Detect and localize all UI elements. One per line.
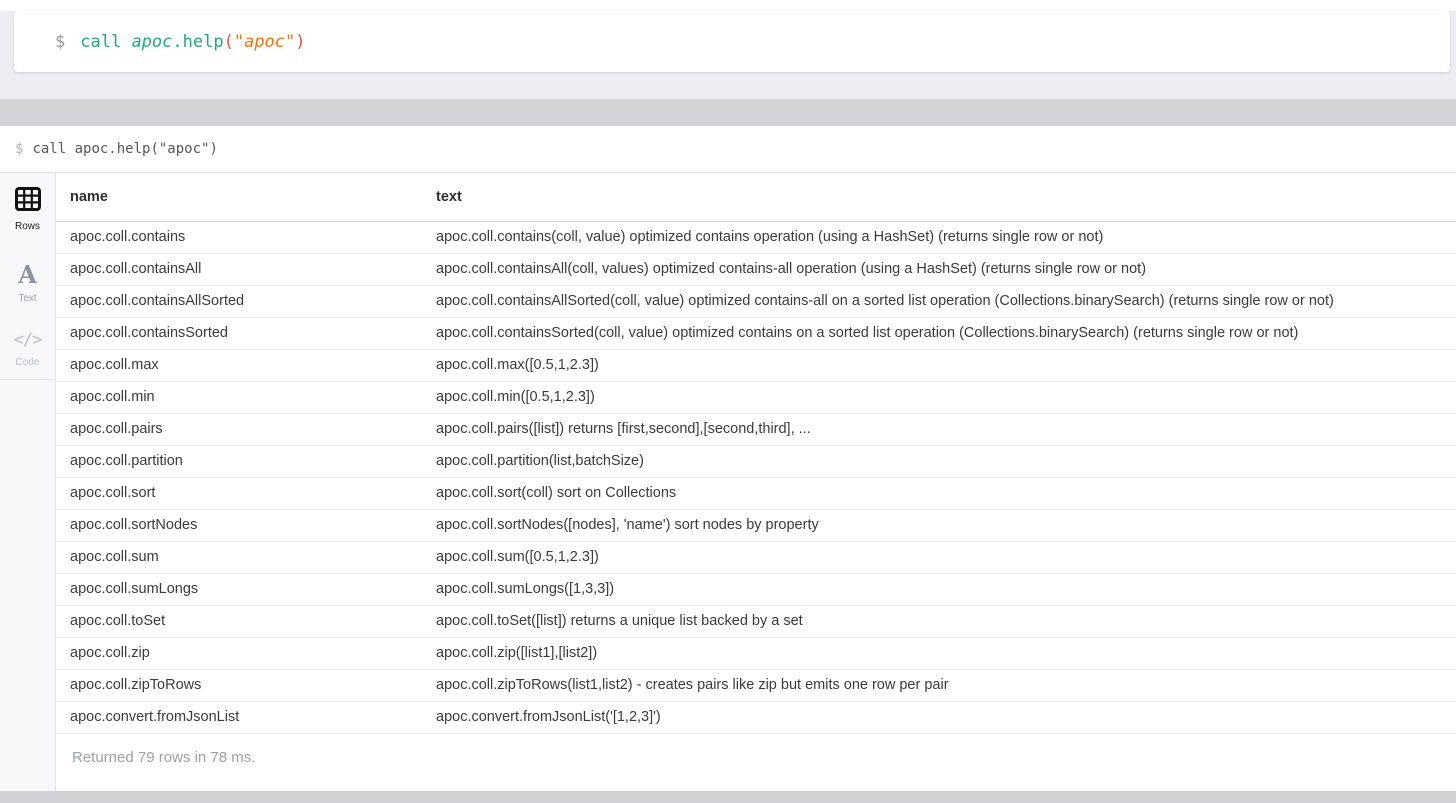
text-cell: apoc.coll.contains(coll, value) optimize… — [422, 221, 1456, 254]
token-paren: ) — [295, 31, 306, 52]
frame-prompt: $ — [15, 141, 24, 157]
table-row: apoc.coll.sortNodes apoc.coll.sortNodes([… — [56, 509, 1456, 542]
table-header-row: name text — [56, 173, 1456, 222]
view-toggle-rows-label: Rows — [14, 221, 40, 232]
table-row: apoc.coll.containsAllSorted apoc.coll.con… — [56, 285, 1456, 318]
table-row: apoc.coll.toSet apoc.coll.toSet([list]) r… — [56, 605, 1456, 638]
view-toggle-text[interactable]: A Text — [0, 260, 55, 305]
name-cell: apoc.coll.sumLongs — [56, 573, 422, 606]
table-grid-icon — [14, 187, 41, 216]
table-row: apoc.coll.min apoc.coll.min([0.5,1,2.3]) — [56, 381, 1456, 414]
name-cell: apoc.coll.sum — [56, 541, 422, 574]
name-cell: apoc.coll.containsSorted — [56, 317, 422, 350]
view-toggle-text-label: Text — [18, 293, 37, 304]
text-cell: apoc.coll.sortNodes([nodes], 'name') sor… — [422, 509, 1456, 542]
table-row: apoc.convert.fromJsonList apoc.convert.fr… — [56, 701, 1456, 734]
name-cell: apoc.coll.containsAllSorted — [56, 285, 422, 318]
text-cell: apoc.coll.sort(coll) sort on Collections — [422, 477, 1456, 510]
text-cell: apoc.coll.zip([list1],[list2]) — [422, 637, 1456, 670]
sidebar-divider — [0, 379, 55, 380]
name-cell: apoc.coll.containsAll — [56, 253, 422, 286]
table-row: apoc.coll.zipToRows apoc.coll.zipToRows(l… — [56, 669, 1456, 702]
name-cell: apoc.coll.max — [56, 349, 422, 382]
editor-bar: $ call apoc.help("apoc") — [0, 11, 1456, 99]
name-cell: apoc.coll.min — [56, 381, 422, 414]
view-toggle-code-label: Code — [15, 357, 40, 368]
table-row: apoc.coll.zip apoc.coll.zip([list1],[list… — [56, 637, 1456, 670]
frame-separator — [0, 99, 1456, 126]
name-cell: apoc.coll.sortNodes — [56, 509, 422, 542]
status-text: Returned 79 rows in 78 ms. — [72, 748, 256, 766]
table-row: apoc.coll.sumLongs apoc.coll.sumLongs([1,… — [56, 573, 1456, 606]
cypher-command: call apoc.help("apoc") — [80, 32, 305, 52]
results-table: name text apoc.coll.contains apoc.coll.con… — [56, 173, 1456, 734]
text-cell: apoc.coll.toSet([list]) returns a unique… — [422, 605, 1456, 638]
token-string: "apoc" — [233, 31, 296, 52]
table-row: apoc.coll.sort apoc.coll.sort(coll) sort … — [56, 477, 1456, 510]
text-cell: apoc.coll.containsAllSorted(coll, value)… — [422, 285, 1456, 318]
column-header-text: text — [422, 173, 1456, 222]
name-cell: apoc.coll.pairs — [56, 413, 422, 446]
cypher-editor[interactable]: $ call apoc.help("apoc") — [14, 11, 1450, 72]
table-row: apoc.coll.pairs apoc.coll.pairs([list]) r… — [56, 413, 1456, 446]
token-keyword: help — [182, 31, 224, 52]
frame-title-bar: $ call apoc.help("apoc") — [0, 126, 1456, 173]
column-header-name: name — [56, 173, 422, 222]
table-row: apoc.coll.containsAll apoc.coll.containsA… — [56, 253, 1456, 286]
token-paren: ( — [223, 31, 234, 52]
view-mode-sidebar: Rows A Text </> Code — [0, 173, 56, 791]
results-area: name text apoc.coll.contains apoc.coll.con… — [56, 173, 1456, 791]
table-row: apoc.coll.containsSorted apoc.coll.contai… — [56, 317, 1456, 350]
name-cell: apoc.coll.toSet — [56, 605, 422, 638]
name-cell: apoc.coll.sort — [56, 477, 422, 510]
name-cell: apoc.convert.fromJsonList — [56, 701, 422, 734]
table-row: apoc.coll.sum apoc.coll.sum([0.5,1,2.3]) — [56, 541, 1456, 574]
text-cell: apoc.coll.sum([0.5,1,2.3]) — [422, 541, 1456, 574]
text-cell: apoc.coll.containsSorted(coll, value) op… — [422, 317, 1456, 350]
view-toggle-rows[interactable]: Rows — [0, 173, 55, 232]
code-brackets-icon: </> — [13, 330, 43, 350]
text-cell: apoc.coll.max([0.5,1,2.3]) — [422, 349, 1456, 382]
letter-a-icon: A — [18, 260, 37, 289]
result-frame-body: Rows A Text </> Code name text apoc.coll.… — [0, 173, 1456, 791]
next-frame-edge — [0, 791, 1456, 803]
table-row: apoc.coll.partition apoc.coll.partition(l… — [56, 445, 1456, 478]
name-cell: apoc.coll.contains — [56, 221, 422, 254]
table-row: apoc.coll.contains apoc.coll.contains(col… — [56, 221, 1456, 254]
text-cell: apoc.coll.zipToRows(list1,list2) - creat… — [422, 669, 1456, 702]
name-cell: apoc.coll.zip — [56, 637, 422, 670]
text-cell: apoc.coll.containsAll(coll, values) opti… — [422, 253, 1456, 286]
text-cell: apoc.coll.pairs([list]) returns [first,s… — [422, 413, 1456, 446]
text-cell: apoc.coll.partition(list,batchSize) — [422, 445, 1456, 478]
frame-command[interactable]: call apoc.help("apoc") — [32, 141, 217, 157]
view-toggle-code[interactable]: </> Code — [0, 328, 55, 368]
name-cell: apoc.coll.zipToRows — [56, 669, 422, 702]
text-cell: apoc.coll.min([0.5,1,2.3]) — [422, 381, 1456, 414]
name-cell: apoc.coll.partition — [56, 445, 422, 478]
token-keyword: call — [80, 31, 132, 52]
token-keyword: . — [172, 31, 183, 52]
table-row: apoc.coll.max apoc.coll.max([0.5,1,2.3]) — [56, 349, 1456, 382]
editor-prompt: $ — [55, 31, 66, 52]
token-proc: apoc — [131, 31, 173, 52]
text-cell: apoc.convert.fromJsonList('[1,2,3]') — [422, 701, 1456, 734]
text-cell: apoc.coll.sumLongs([1,3,3]) — [422, 573, 1456, 606]
